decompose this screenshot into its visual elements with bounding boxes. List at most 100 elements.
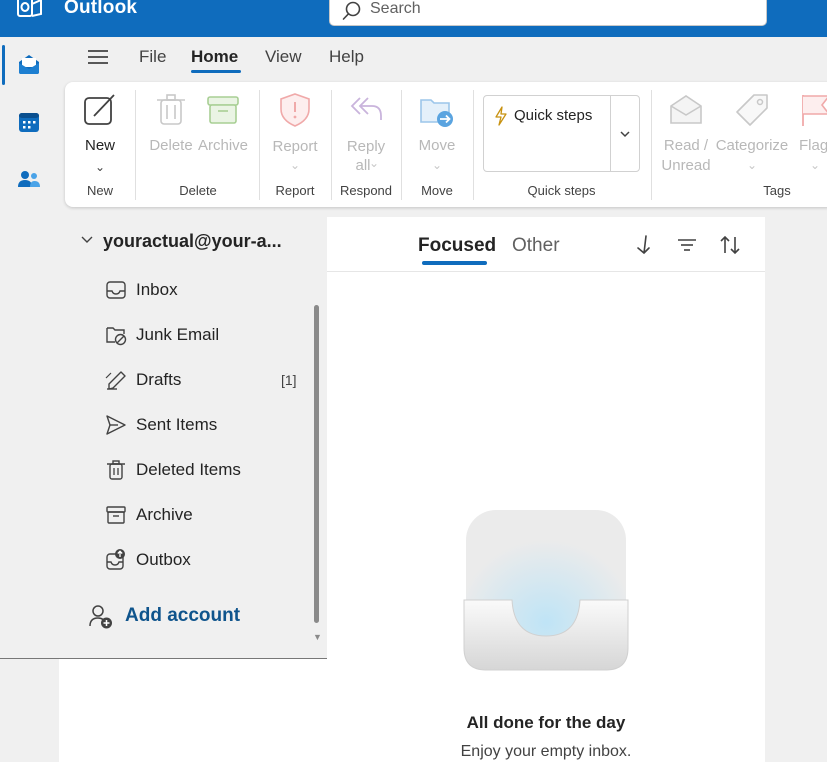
flag-label: Flag <box>799 137 827 154</box>
search-icon <box>342 1 361 20</box>
ribbon-separator <box>473 90 474 200</box>
folder-outbox[interactable]: Outbox <box>105 547 305 575</box>
account-name[interactable]: youractual@your-a... <box>103 231 282 252</box>
quick-steps-divider <box>610 96 611 171</box>
folder-label: Junk Email <box>136 325 220 344</box>
send-icon <box>106 415 126 435</box>
quick-steps-gallery[interactable]: Quick steps <box>483 95 640 172</box>
folder-archive[interactable]: Archive <box>105 502 305 530</box>
empty-inbox-illustration <box>463 510 629 671</box>
categorize-label: Categorize <box>715 137 789 154</box>
tab-focused-underline <box>422 261 487 265</box>
ribbon-separator <box>259 90 260 200</box>
menu-help[interactable]: Help <box>329 47 364 67</box>
menu-view[interactable]: View <box>265 47 302 67</box>
menu-file[interactable]: File <box>139 47 166 67</box>
group-report-label: Report <box>275 183 315 198</box>
move-label: Move <box>418 137 456 154</box>
move-button[interactable]: Move ⌄ <box>407 90 467 180</box>
sort-arrow-down-icon[interactable] <box>634 234 656 256</box>
calendar-app-icon[interactable] <box>17 110 41 134</box>
search-box[interactable]: Search <box>329 0 767 26</box>
add-account-link[interactable]: Add account <box>125 605 240 627</box>
reply-all-icon <box>350 97 382 120</box>
move-folder-icon <box>420 99 453 127</box>
drafts-icon <box>105 371 126 390</box>
app-bar-selection-indicator <box>2 45 5 85</box>
reply-all-button[interactable]: Reply all ⌄ <box>337 90 395 180</box>
folder-sent-items[interactable]: Sent Items <box>105 412 305 440</box>
group-new-label: New <box>86 183 113 198</box>
hamburger-menu-icon[interactable] <box>86 46 110 68</box>
ribbon-separator <box>401 90 402 200</box>
empty-state-title: All done for the day <box>466 713 626 732</box>
outlook-logo-icon <box>17 0 42 17</box>
tab-focused[interactable]: Focused <box>418 235 496 257</box>
inbox-icon <box>106 281 126 299</box>
categorize-button[interactable]: Categorize ⌄ <box>715 90 789 180</box>
archive-icon <box>106 506 126 524</box>
lightning-icon <box>495 106 507 126</box>
ribbon-separator <box>651 90 652 200</box>
add-account-icon <box>89 605 112 629</box>
flag-icon <box>802 95 827 126</box>
people-app-icon[interactable] <box>17 167 41 191</box>
folder-drafts[interactable]: Drafts [1] <box>105 367 305 395</box>
report-chevron-icon: ⌄ <box>289 158 301 172</box>
archive-label: Archive <box>197 137 249 154</box>
group-respond-label: Respond <box>339 183 393 198</box>
menu-home-underline <box>191 70 241 73</box>
categorize-chevron-icon: ⌄ <box>746 158 758 172</box>
ribbon-toolbar: New ⌄ New Delete Archive Delete Report ⌄… <box>65 82 827 207</box>
quick-steps-chevron-icon[interactable] <box>618 127 632 141</box>
reply-all-chevron-icon: ⌄ <box>368 156 380 170</box>
envelope-open-icon <box>670 95 702 124</box>
empty-state-subtitle: Enjoy your empty inbox. <box>460 743 632 760</box>
menu-home[interactable]: Home <box>191 47 238 67</box>
reply-all-label-line1: Reply <box>346 138 386 155</box>
app-title: Outlook <box>64 0 138 18</box>
read-unread-label-line2: Unread <box>661 157 711 174</box>
folder-label: Inbox <box>136 280 178 299</box>
reply-all-label-line2: all <box>355 157 371 174</box>
drafts-count: [1] <box>281 372 297 388</box>
reading-pane-gutter <box>765 217 827 762</box>
delete-button[interactable]: Delete <box>147 90 195 170</box>
group-quick-steps-label: Quick steps <box>527 183 596 198</box>
folder-label: Outbox <box>136 550 191 569</box>
quick-steps-label: Quick steps <box>514 107 593 124</box>
group-move-label: Move <box>421 183 453 198</box>
archive-ribbon-icon <box>207 96 239 124</box>
folder-junk-email[interactable]: Junk Email <box>105 322 305 350</box>
app-bar <box>0 37 59 762</box>
outbox-icon <box>106 549 125 570</box>
tag-icon <box>736 94 768 126</box>
group-delete-label: Delete <box>179 183 217 198</box>
folder-inbox[interactable]: Inbox <box>105 277 305 305</box>
mail-app-icon[interactable] <box>17 52 41 76</box>
scroll-down-arrow-icon[interactable]: ▼ <box>313 632 322 642</box>
group-tags-label: Tags <box>763 183 791 198</box>
sort-order-icon[interactable] <box>719 234 741 256</box>
read-unread-button[interactable]: Read / Unread <box>659 90 713 180</box>
message-list-header-divider <box>327 271 765 272</box>
folder-label: Deleted Items <box>136 460 241 479</box>
trash-icon <box>107 460 125 480</box>
ribbon-separator <box>331 90 332 200</box>
compose-icon <box>84 94 115 125</box>
new-chevron-icon: ⌄ <box>94 160 106 174</box>
archive-button[interactable]: Archive <box>197 90 249 170</box>
folder-pane-scrollbar[interactable] <box>314 305 319 623</box>
new-mail-button[interactable]: New ⌄ <box>75 90 125 180</box>
filter-icon[interactable] <box>676 234 698 256</box>
folder-label: Archive <box>136 505 193 524</box>
folder-deleted-items[interactable]: Deleted Items <box>105 457 305 485</box>
report-label: Report <box>272 138 318 155</box>
report-shield-icon <box>280 93 310 127</box>
ribbon-separator <box>135 90 136 200</box>
folder-pane-bottom-border <box>0 658 328 659</box>
tab-other[interactable]: Other <box>512 235 560 257</box>
report-button[interactable]: Report ⌄ <box>265 90 325 180</box>
flag-button[interactable]: Flag ⌄ <box>795 90 827 180</box>
account-collapse-chevron-icon[interactable] <box>80 235 94 245</box>
